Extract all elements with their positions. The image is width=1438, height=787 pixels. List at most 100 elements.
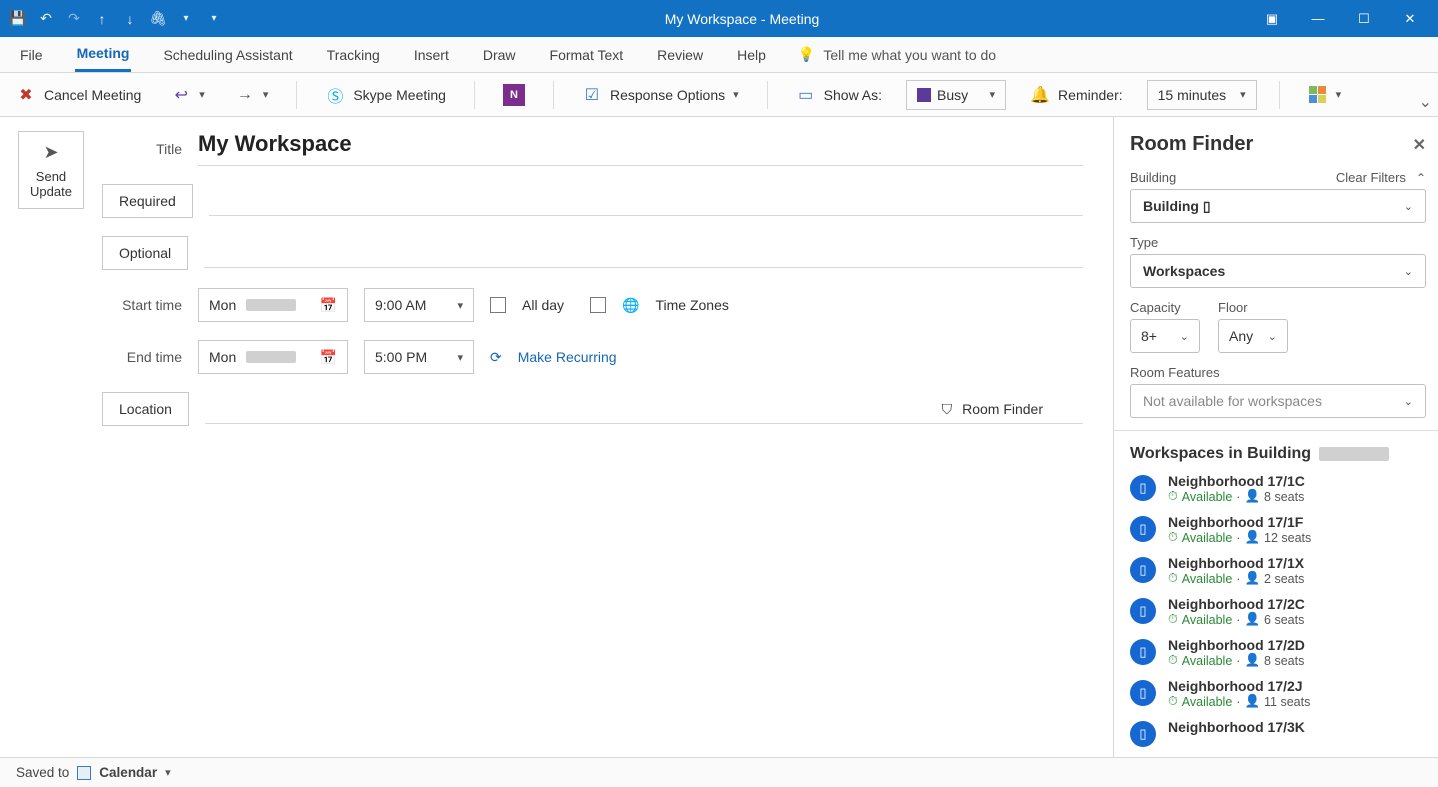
qat-customize-icon[interactable]: ▾ xyxy=(202,7,226,31)
save-icon[interactable]: 💾 xyxy=(6,7,30,31)
chevron-up-icon[interactable]: ⌃ xyxy=(1416,171,1426,185)
tab-insert[interactable]: Insert xyxy=(412,39,451,71)
send-update-button[interactable]: ➤ SendUpdate xyxy=(18,131,84,209)
tell-me-search[interactable]: 💡 Tell me what you want to do xyxy=(798,46,996,63)
saved-to-label: Saved to xyxy=(16,765,69,780)
workspace-item[interactable]: ▯Neighborhood 17/2J⏱Available·👤11 seats xyxy=(1130,678,1426,709)
separator xyxy=(1279,81,1280,109)
person-icon: 👤 xyxy=(1244,653,1260,668)
response-options-button[interactable]: ☑ Response Options ▾ xyxy=(576,81,745,109)
room-finder-pane: Room Finder ✕ Building Clear Filters ⌃ B… xyxy=(1114,117,1438,757)
reply-button[interactable]: ↩ ▾ xyxy=(165,81,211,109)
floor-dropdown[interactable]: Any ⌄ xyxy=(1218,319,1288,353)
bell-icon: 🔔 xyxy=(1030,85,1050,105)
start-date-picker[interactable]: Mon 📅 xyxy=(198,288,348,322)
type-dropdown[interactable]: Workspaces ⌄ xyxy=(1130,254,1426,288)
building-dropdown[interactable]: Building ▯ ⌄ xyxy=(1130,189,1426,223)
location-button[interactable]: Location xyxy=(102,392,189,426)
tab-help[interactable]: Help xyxy=(735,39,768,71)
workspace-item[interactable]: ▯Neighborhood 17/1C⏱Available·👤8 seats xyxy=(1130,473,1426,504)
features-value: Not available for workspaces xyxy=(1143,393,1322,409)
attach-icon[interactable]: 🖇 xyxy=(146,7,170,31)
optional-field[interactable] xyxy=(204,238,1083,268)
required-button[interactable]: Required xyxy=(102,184,193,218)
person-icon: 👤 xyxy=(1244,571,1260,586)
workspace-item[interactable]: ▯Neighborhood 17/1F⏱Available·👤12 seats xyxy=(1130,514,1426,545)
required-field[interactable] xyxy=(209,186,1083,216)
title-value[interactable]: My Workspace xyxy=(198,131,1083,166)
available-label: Available xyxy=(1182,531,1233,545)
available-label: Available xyxy=(1182,695,1233,709)
separator xyxy=(767,81,768,109)
redo-icon[interactable]: ↷ xyxy=(62,7,86,31)
minimize-icon[interactable]: — xyxy=(1304,7,1332,31)
room-finder-toggle[interactable]: ⛉ Room Finder xyxy=(942,401,1043,418)
reminder-group: 🔔 Reminder: xyxy=(1024,81,1129,109)
skype-meeting-button[interactable]: Ⓢ Skype Meeting xyxy=(319,81,452,109)
tab-tracking[interactable]: Tracking xyxy=(325,39,382,71)
capacity-dropdown[interactable]: 8+ ⌄ xyxy=(1130,319,1200,353)
previous-icon[interactable]: ↑ xyxy=(90,7,114,31)
workspace-item[interactable]: ▯Neighborhood 17/3K xyxy=(1130,719,1426,747)
workspace-icon: ▯ xyxy=(1130,721,1156,747)
make-recurring-link[interactable]: Make Recurring xyxy=(518,349,617,365)
close-pane-icon[interactable]: ✕ xyxy=(1413,135,1426,155)
ribbon-display-icon[interactable]: ▣ xyxy=(1258,7,1286,31)
workspace-name: Neighborhood 17/2D xyxy=(1168,637,1305,653)
start-day: Mon xyxy=(209,297,236,313)
title-label: Title xyxy=(102,141,182,157)
chevron-down-icon: ▾ xyxy=(1240,88,1246,101)
floor-value: Any xyxy=(1229,328,1253,344)
undo-icon[interactable]: ↶ xyxy=(34,7,58,31)
tab-format[interactable]: Format Text xyxy=(548,39,626,71)
categorize-button[interactable]: ▾ xyxy=(1302,81,1348,109)
optional-button[interactable]: Optional xyxy=(102,236,188,270)
chevron-down-icon[interactable]: ▾ xyxy=(165,766,171,779)
show-as-dropdown[interactable]: Busy ▾ xyxy=(906,80,1006,110)
reminder-label: Reminder: xyxy=(1058,87,1123,103)
workspace-item[interactable]: ▯Neighborhood 17/2C⏱Available·👤6 seats xyxy=(1130,596,1426,627)
start-time-picker[interactable]: 9:00 AM ▾ xyxy=(364,288,474,322)
onenote-button[interactable]: N xyxy=(497,80,531,110)
tab-meeting[interactable]: Meeting xyxy=(75,37,132,72)
workspace-item[interactable]: ▯Neighborhood 17/1X⏱Available·👤2 seats xyxy=(1130,555,1426,586)
busy-color-icon xyxy=(917,88,931,102)
reminder-value: 15 minutes xyxy=(1158,87,1226,103)
start-time-label: Start time xyxy=(102,297,182,313)
room-finder-title: Room Finder xyxy=(1130,133,1253,156)
timezones-checkbox[interactable] xyxy=(590,297,606,313)
end-date-picker[interactable]: Mon 📅 xyxy=(198,340,348,374)
end-day: Mon xyxy=(209,349,236,365)
tab-review[interactable]: Review xyxy=(655,39,705,71)
close-icon[interactable]: ✕ xyxy=(1396,7,1424,31)
seat-count: 6 seats xyxy=(1264,613,1304,627)
tab-scheduling[interactable]: Scheduling Assistant xyxy=(161,39,294,71)
cancel-meeting-button[interactable]: ✖︎ Cancel Meeting xyxy=(10,81,147,109)
workspace-name: Neighborhood 17/2C xyxy=(1168,596,1305,612)
forward-button[interactable]: → ▾ xyxy=(229,81,275,109)
tab-file[interactable]: File xyxy=(18,39,45,71)
reply-arrow-icon: ↩ xyxy=(171,85,191,105)
clear-filters-link[interactable]: Clear Filters xyxy=(1336,170,1406,185)
calendar-name[interactable]: Calendar xyxy=(99,765,157,780)
reminder-dropdown[interactable]: 15 minutes ▾ xyxy=(1147,80,1257,110)
workspace-name: Neighborhood 17/1X xyxy=(1168,555,1304,571)
clock-icon: ⏱ xyxy=(1168,612,1178,627)
type-label: Type xyxy=(1130,235,1158,250)
tab-draw[interactable]: Draw xyxy=(481,39,518,71)
qat-chevron-icon[interactable]: ▾ xyxy=(174,7,198,31)
next-icon[interactable]: ↓ xyxy=(118,7,142,31)
seat-count: 8 seats xyxy=(1264,654,1304,668)
allday-checkbox[interactable] xyxy=(490,297,506,313)
workspace-name: Neighborhood 17/1F xyxy=(1168,514,1311,530)
maximize-icon[interactable]: ☐ xyxy=(1350,7,1378,31)
forward-arrow-icon: → xyxy=(235,85,255,105)
person-icon: 👤 xyxy=(1244,612,1260,627)
workspace-icon: ▯ xyxy=(1130,557,1156,583)
end-time-picker[interactable]: 5:00 PM ▾ xyxy=(364,340,474,374)
timezones-label: Time Zones xyxy=(655,297,728,313)
expand-ribbon-icon[interactable]: ⌄ xyxy=(1419,92,1432,112)
workspace-meta: ⏱Available·👤12 seats xyxy=(1168,530,1311,545)
workspace-item[interactable]: ▯Neighborhood 17/2D⏱Available·👤8 seats xyxy=(1130,637,1426,668)
showas-value: Busy xyxy=(937,87,968,103)
